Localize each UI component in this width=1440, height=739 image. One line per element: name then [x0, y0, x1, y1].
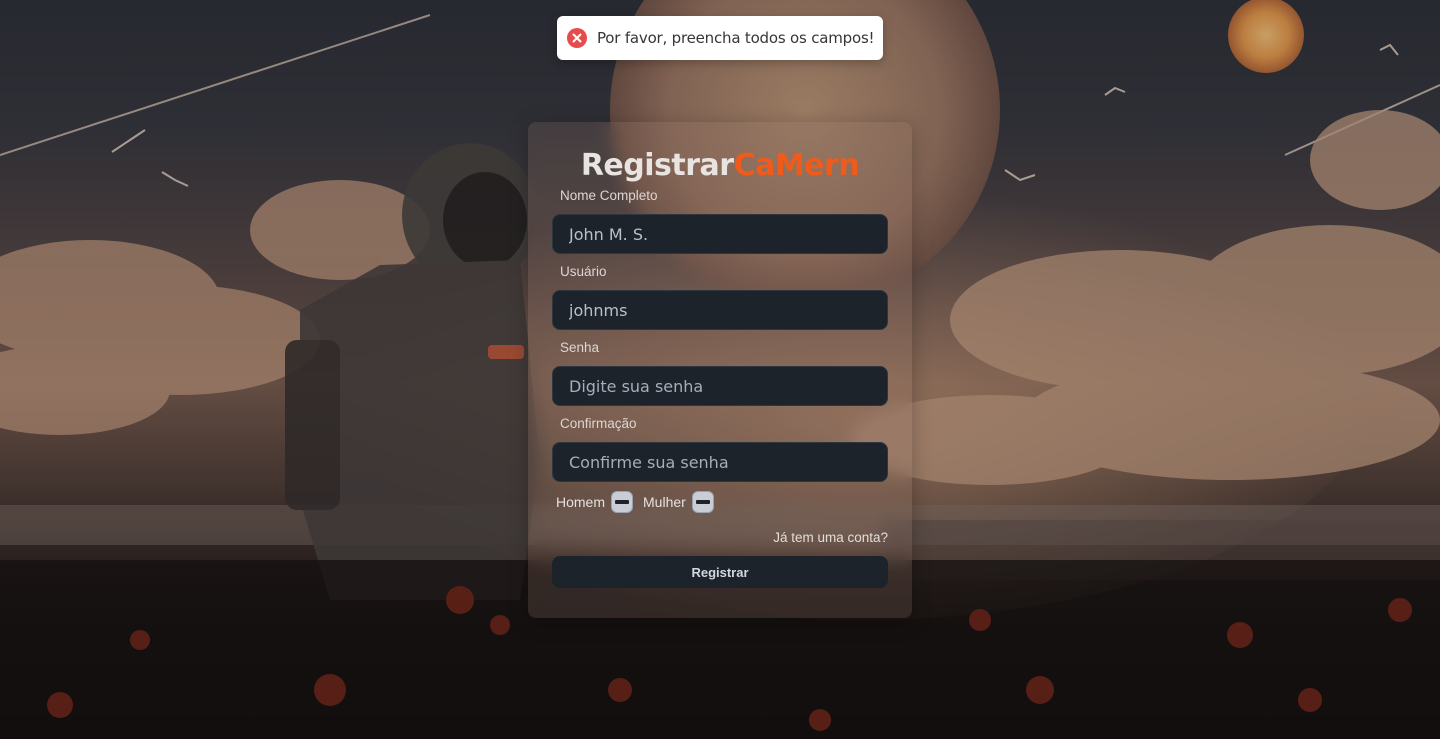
login-link[interactable]: Já tem uma conta? [552, 528, 888, 548]
page-title: RegistrarCaMern [552, 146, 888, 186]
indeterminate-icon [615, 500, 630, 504]
indeterminate-icon [695, 500, 710, 504]
brand-name: CaMern [733, 148, 860, 183]
confirm-password-label: Confirmação [560, 416, 637, 431]
gender-selector: Homem Mulher [556, 490, 888, 514]
username-input[interactable] [552, 290, 888, 330]
page-background: Por favor, preencha todos os campos! Reg… [0, 0, 1440, 739]
register-button[interactable]: Registrar [552, 556, 888, 588]
error-toast: Por favor, preencha todos os campos! [557, 16, 883, 60]
fullname-label: Nome Completo [560, 188, 658, 203]
error-x-icon [567, 28, 587, 48]
confirm-password-input[interactable] [552, 442, 888, 482]
username-label: Usuário [560, 264, 607, 279]
toast-message: Por favor, preencha todos os campos! [597, 29, 875, 47]
gender-male-label: Homem [556, 494, 606, 510]
title-text: Registrar [580, 148, 734, 183]
fullname-input[interactable] [552, 214, 888, 254]
password-input[interactable] [552, 366, 888, 406]
password-label: Senha [560, 340, 600, 355]
register-card: RegistrarCaMern Nome Completo Usuário Se… [528, 122, 912, 618]
gender-female-checkbox[interactable] [691, 491, 714, 513]
gender-female-label: Mulher [643, 494, 686, 510]
gender-male-checkbox[interactable] [611, 491, 634, 513]
